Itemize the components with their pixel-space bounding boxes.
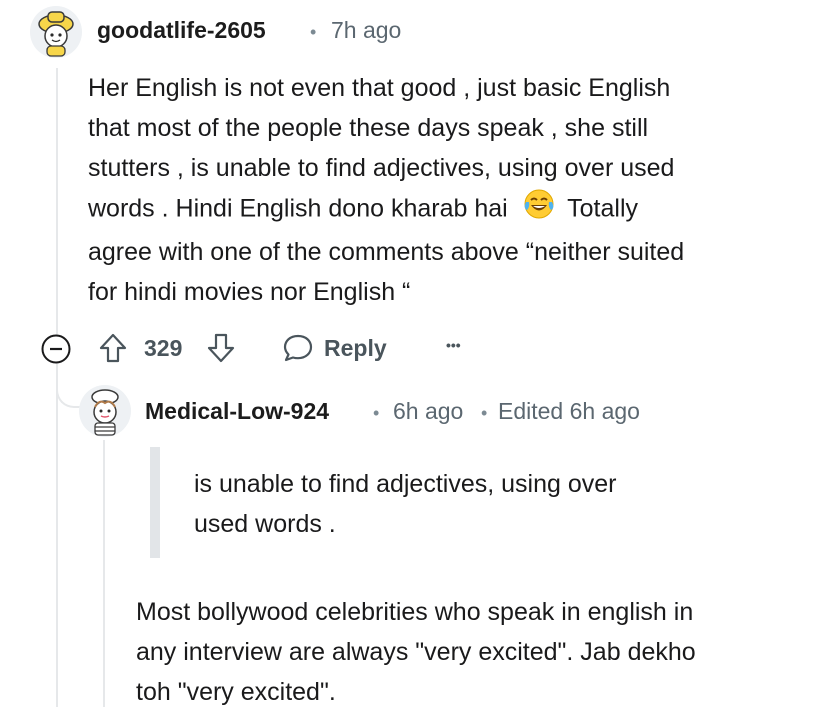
comment-line: Her English is not even that good , just…	[88, 74, 671, 102]
meta-separator: •	[310, 22, 317, 42]
comment-body: Her English is not even that good , just…	[88, 68, 808, 312]
comment-timestamp[interactable]: 7h ago	[331, 17, 401, 44]
face-with-tears-of-joy-icon	[523, 188, 555, 232]
snoo-avatar-icon	[79, 385, 131, 437]
comment-line: agree with one of the comments above “ne…	[88, 238, 685, 266]
comment-line-text: words . Hindi English dono kharab hai	[88, 194, 508, 223]
collapse-icon	[41, 334, 71, 364]
comment-line: toh "very excited".	[136, 678, 336, 706]
more-icon: •••	[446, 337, 461, 353]
comment-line: words . Hindi English dono kharab hai To…	[88, 188, 808, 232]
thread-line-branch	[56, 363, 58, 707]
comment-line: that most of the people these days speak…	[88, 114, 649, 142]
comment-line: Most bollywood celebrities who speak in …	[136, 598, 694, 626]
reply-button[interactable]: Reply	[282, 332, 387, 364]
thread-line-main	[56, 68, 58, 336]
quote-line: is unable to find adjectives, using over	[194, 470, 617, 498]
snoo-avatar-icon	[30, 6, 82, 58]
upvote-button[interactable]	[96, 331, 130, 365]
avatar[interactable]	[30, 6, 82, 58]
comment-body: Most bollywood celebrities who speak in …	[136, 592, 826, 712]
collapse-button[interactable]	[40, 333, 72, 365]
comment-author[interactable]: goodatlife-2605	[97, 17, 266, 44]
edited-label: Edited 6h ago	[498, 398, 640, 424]
downvote-icon	[207, 333, 235, 363]
thread-line-reply	[103, 440, 105, 707]
downvote-button[interactable]	[204, 331, 238, 365]
avatar[interactable]	[79, 385, 131, 437]
meta-separator: •	[481, 403, 488, 423]
reply-icon	[283, 334, 313, 362]
comment-line-text: Totally	[567, 194, 639, 223]
comment-line: stutters , is unable to find adjectives,…	[88, 154, 675, 182]
blockquote-bar	[150, 447, 160, 558]
comment-line: any interview are always "very excited".…	[136, 638, 696, 666]
more-button[interactable]: •••	[446, 337, 461, 353]
upvote-icon	[99, 333, 127, 363]
vote-score: 329	[144, 335, 183, 361]
comment-timestamp[interactable]: 6h ago	[393, 398, 463, 425]
reply-label: Reply	[324, 334, 387, 361]
blockquote: is unable to find adjectives, using over…	[194, 464, 794, 544]
comment-line: for hindi movies nor English “	[88, 278, 411, 306]
quote-line: used words .	[194, 510, 336, 538]
meta-separator: •	[373, 403, 380, 423]
comment-author[interactable]: Medical-Low-924	[145, 398, 329, 425]
